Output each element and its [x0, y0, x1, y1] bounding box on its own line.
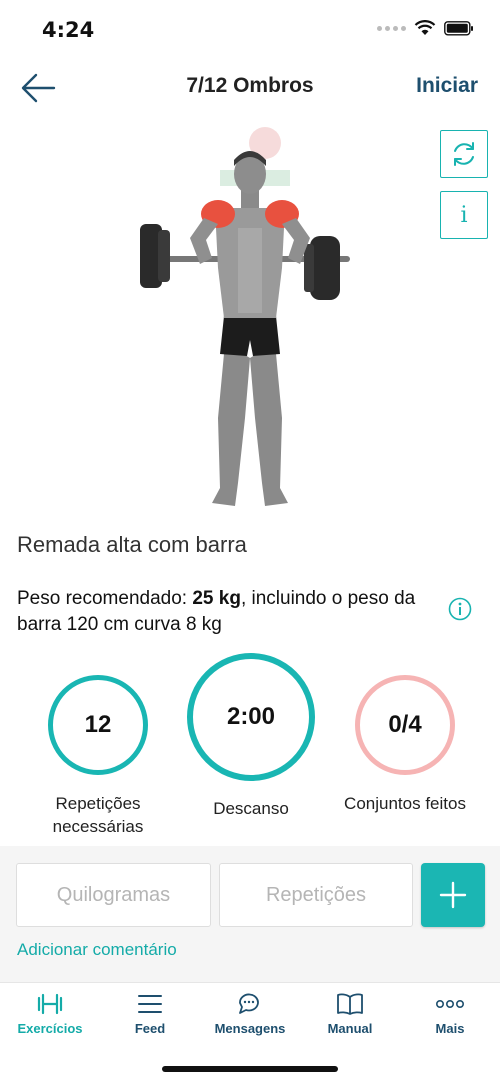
feed-icon: [138, 995, 162, 1013]
sets-value: 0/4: [388, 711, 422, 738]
plus-icon: [439, 881, 467, 909]
tab-label: Exercícios: [17, 1021, 83, 1036]
kilograms-input[interactable]: Quilogramas: [16, 863, 211, 927]
battery-icon: [444, 20, 473, 36]
tab-label: Mensagens: [214, 1021, 286, 1036]
tab-label: Manual: [327, 1021, 373, 1036]
exercise-name: Remada alta com barra: [17, 532, 247, 557]
add-comment-link[interactable]: Adicionar comentário: [17, 940, 177, 960]
home-indicator: [162, 1066, 338, 1072]
status-icons: [377, 20, 474, 36]
swap-exercise-button[interactable]: [440, 130, 488, 178]
rest-timer-circle[interactable]: 2:00: [187, 653, 315, 781]
more-icon: [435, 999, 464, 1009]
tab-label: Feed: [134, 1021, 166, 1036]
wifi-icon: [414, 20, 436, 35]
status-time: 4:24: [42, 18, 95, 42]
rest-value: 2:00: [226, 703, 276, 730]
refresh-icon: [454, 142, 474, 166]
header: 7/12 Ombros Iniciar: [0, 60, 500, 116]
signal-icon: [377, 25, 406, 31]
dumbbell-icon: [37, 993, 63, 1015]
tab-feed[interactable]: Feed: [100, 989, 200, 1036]
weight-value: 25 kg: [192, 588, 241, 609]
sets-label: Conjuntos feitos: [344, 794, 466, 813]
tab-manual[interactable]: Manual: [300, 989, 400, 1036]
reps-label: Repetições necessárias: [52, 794, 144, 836]
reps-required-circle: 12: [48, 675, 148, 775]
repetitions-input[interactable]: Repetições: [219, 863, 413, 927]
tab-label: Mais: [435, 1021, 465, 1036]
rest-label: Descanso: [213, 799, 289, 818]
exercise-info-button[interactable]: i: [440, 191, 488, 239]
exercise-illustration: [140, 127, 350, 506]
status-bar: 4:24: [0, 0, 500, 60]
weight-prefix: Peso recomendado:: [17, 588, 193, 609]
tab-exercises[interactable]: Exercícios: [0, 989, 100, 1036]
tab-more[interactable]: Mais: [400, 989, 500, 1036]
chat-icon: [239, 993, 259, 1014]
tab-messages[interactable]: Mensagens: [200, 989, 300, 1036]
reps-value: 12: [84, 711, 112, 738]
sets-done-circle: 0/4: [355, 675, 455, 775]
weight-info-icon[interactable]: [448, 597, 472, 621]
start-button[interactable]: Iniciar: [416, 74, 478, 98]
add-set-button[interactable]: [421, 863, 485, 927]
info-icon: i: [460, 202, 468, 228]
book-icon: [337, 993, 363, 1015]
log-set-panel: Quilogramas Repetições Adicionar comentá…: [0, 846, 500, 982]
recommended-weight-text: Peso recomendado: 25 kg, incluindo o pes…: [17, 586, 437, 638]
